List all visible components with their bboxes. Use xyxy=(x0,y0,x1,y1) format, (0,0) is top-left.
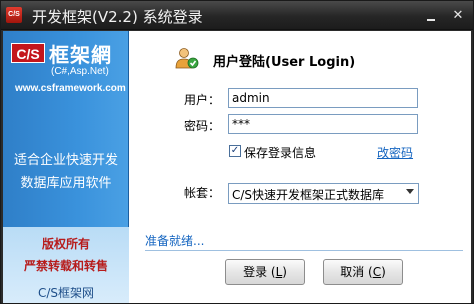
slogan-line-2: 数据库应用软件 xyxy=(20,176,112,191)
minimize-button[interactable] xyxy=(424,9,438,23)
app-logo-icon: C/S xyxy=(6,7,22,23)
copyright-line-1: 版权所有 xyxy=(41,237,90,251)
close-button[interactable]: ✕ xyxy=(451,9,465,23)
slogan-line-1: 适合企业快速开发 xyxy=(13,153,118,168)
user-login-icon xyxy=(175,48,199,69)
account-label: 帐套： xyxy=(184,186,221,200)
minimize-icon xyxy=(427,19,435,21)
remember-label[interactable]: 保存登录信息 xyxy=(244,144,316,161)
change-password-link[interactable]: 改密码 xyxy=(377,144,413,161)
cancel-button[interactable]: 取消 (C) xyxy=(323,259,403,285)
logo-subtitle: (C#,Asp.Net) xyxy=(51,66,109,77)
login-window: C/S 开发框架(V2.2) 系统登录 ✕ C/S 框架網 (C#,Asp.Ne… xyxy=(0,0,474,304)
login-button-tail: ) xyxy=(282,265,287,279)
brand-name: C/S框架网 xyxy=(37,286,95,300)
login-button-label: 登录 ( xyxy=(243,265,276,279)
status-text: 准备就绪... xyxy=(145,234,205,248)
divider xyxy=(145,250,463,251)
cancel-button-tail: ) xyxy=(381,265,386,279)
title-bar[interactable]: C/S 开发框架(V2.2) 系统登录 ✕ xyxy=(1,1,473,30)
account-selected-value: C/S快速开发框架正式数据库 xyxy=(232,188,385,202)
username-label: 用户： xyxy=(184,93,221,107)
copyright-box: 版权所有 严禁转载和转售 C/S框架网 xyxy=(3,227,129,303)
logo-url: www.csframework.com xyxy=(15,83,126,94)
cancel-accesskey: C xyxy=(372,265,382,279)
username-input[interactable] xyxy=(228,88,418,108)
chevron-down-icon[interactable] xyxy=(406,189,414,194)
logo-name: 框架網 xyxy=(49,43,112,67)
brand-panel: C/S 框架網 (C#,Asp.Net) www.csframework.com… xyxy=(3,31,129,303)
remember-checkbox[interactable]: ✓ xyxy=(229,145,241,157)
brand-logo: C/S 框架網 (C#,Asp.Net) www.csframework.com xyxy=(9,39,126,94)
account-select[interactable]: C/S快速开发框架正式数据库 xyxy=(228,183,419,204)
login-title: 用户登陆(User Login) xyxy=(213,55,356,70)
password-label: 密码： xyxy=(184,119,221,133)
login-button[interactable]: 登录 (L) xyxy=(225,259,305,285)
copyright-line-2: 严禁转载和转售 xyxy=(23,259,108,273)
cancel-button-label: 取消 ( xyxy=(340,265,373,279)
password-input[interactable] xyxy=(228,114,418,134)
dialog-body: C/S 框架網 (C#,Asp.Net) www.csframework.com… xyxy=(3,31,471,303)
window-title: 开发框架(V2.2) 系统登录 xyxy=(32,8,203,26)
logo-cs-mark: C/S xyxy=(11,43,45,63)
